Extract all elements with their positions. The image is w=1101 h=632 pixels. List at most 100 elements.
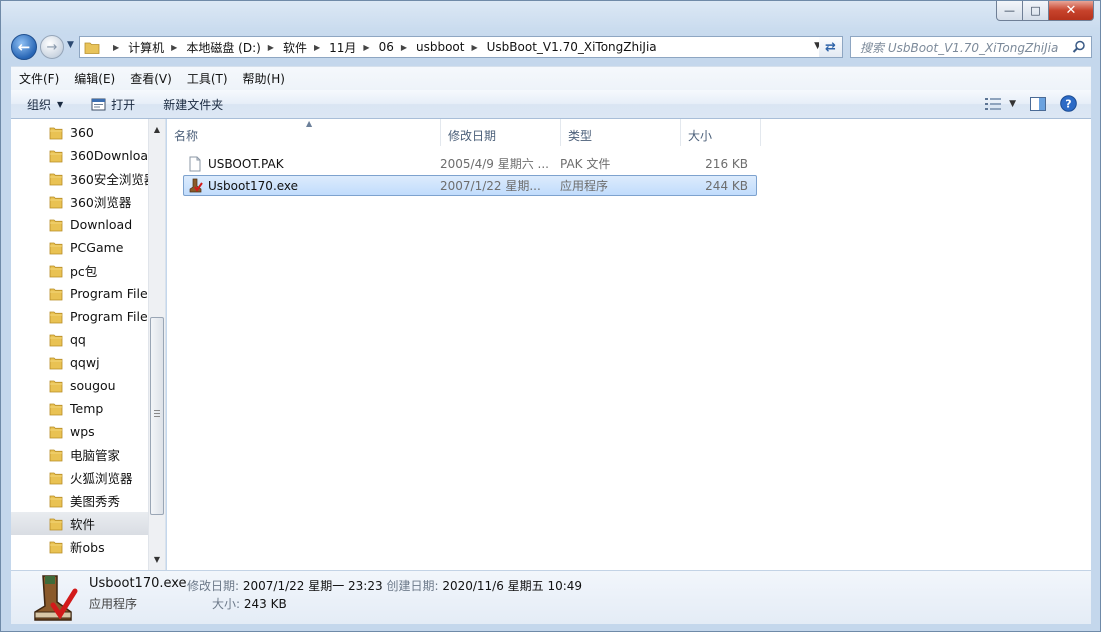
close-button[interactable]: ✕	[1049, 1, 1094, 21]
minimize-button[interactable]: —	[996, 1, 1023, 21]
refresh-icon: ⇄	[825, 39, 836, 55]
nav-folder-item[interactable]: Download	[11, 213, 149, 236]
column-name-label: 名称	[174, 129, 199, 143]
chevron-right-icon[interactable]: ▶	[471, 43, 477, 52]
nav-folder-label: pc包	[70, 264, 98, 279]
refresh-button[interactable]: ⇄	[819, 36, 843, 58]
menu-view[interactable]: 查看(V)	[130, 70, 172, 87]
new-folder-button[interactable]: 新建文件夹	[163, 96, 223, 113]
detail-size: 大小: 243 KB	[212, 595, 287, 612]
nav-folder-item[interactable]: Temp	[11, 397, 149, 420]
chevron-right-icon[interactable]: ▶	[314, 43, 320, 52]
boot-app-icon	[34, 575, 78, 621]
menu-bar: 文件(F) 编辑(E) 查看(V) 工具(T) 帮助(H)	[11, 66, 1091, 90]
nav-folder-label: Download	[70, 217, 133, 232]
folder-icon	[49, 127, 63, 140]
folder-icon	[49, 357, 63, 370]
folder-icon	[49, 472, 63, 485]
folder-icon	[84, 42, 100, 54]
menu-edit[interactable]: 编辑(E)	[74, 70, 115, 87]
chevron-right-icon[interactable]: ▶	[268, 43, 274, 52]
nav-folder-item[interactable]: 电脑管家	[11, 443, 149, 466]
menu-file[interactable]: 文件(F)	[19, 70, 59, 87]
maximize-button[interactable]: □	[1023, 1, 1049, 21]
breadcrumb-usbboot[interactable]: usbboot	[416, 40, 464, 54]
search-icon[interactable]	[1072, 40, 1086, 54]
created-label: 创建日期:	[386, 579, 439, 593]
nav-folder-label: Temp	[70, 401, 104, 416]
nav-folder-item[interactable]: 美图秀秀	[11, 489, 149, 512]
view-details-icon[interactable]	[985, 97, 1002, 110]
column-date[interactable]: 修改日期	[441, 119, 561, 146]
file-row[interactable]: USBOOT.PAK 2005/4/9 星期六 ... PAK 文件 216 K…	[183, 153, 757, 174]
svg-text:?: ?	[1065, 98, 1071, 111]
nav-folder-item[interactable]: qq	[11, 328, 149, 351]
scrollbar-thumb[interactable]	[150, 317, 164, 515]
recent-pages-dropdown[interactable]: ▼	[67, 40, 74, 50]
menu-help[interactable]: 帮助(H)	[243, 70, 285, 87]
file-row[interactable]: Usboot170.exe 2007/1/22 星期... 应用程序 244 K…	[183, 175, 757, 196]
navigation-scrollbar[interactable]: ▲ ▼	[148, 119, 165, 570]
breadcrumb-current-folder[interactable]: UsbBoot_V1.70_XiTongZhiJia	[487, 40, 657, 54]
folder-icon	[49, 403, 63, 416]
address-bar[interactable]: ▶ 计算机 ▶ 本地磁盘 (D:) ▶ 软件 ▶ 11月 ▶ 06 ▶ usbb…	[79, 36, 828, 58]
chevron-down-icon: ▼	[57, 99, 64, 109]
nav-folder-item[interactable]: 360	[11, 121, 149, 144]
breadcrumb-06[interactable]: 06	[379, 40, 394, 54]
nav-folder-item[interactable]: 新obs	[11, 535, 149, 558]
nav-folder-label: wps	[70, 424, 95, 439]
chevron-right-icon[interactable]: ▶	[171, 43, 177, 52]
search-input[interactable]: 搜索 UsbBoot_V1.70_XiTongZhiJia	[850, 36, 1092, 58]
column-size-label: 大小	[688, 129, 713, 143]
file-type: 应用程序	[560, 179, 609, 193]
nav-folder-item[interactable]: pc包	[11, 259, 149, 282]
column-type[interactable]: 类型	[561, 119, 681, 146]
view-options-dropdown-icon[interactable]: ▼	[1009, 99, 1016, 109]
nav-folder-item[interactable]: PCGame	[11, 236, 149, 259]
boot-app-icon	[189, 178, 203, 192]
help-icon[interactable]: ?	[1060, 95, 1077, 112]
scroll-down-icon[interactable]: ▼	[149, 551, 165, 568]
open-button[interactable]: 打开	[91, 96, 135, 113]
nav-folder-label: 电脑管家	[70, 448, 121, 463]
scroll-up-icon[interactable]: ▲	[149, 121, 165, 138]
column-name[interactable]: 名称 ▲	[167, 119, 441, 146]
organize-button[interactable]: 组织 ▼	[27, 96, 63, 113]
nav-folder-label: 360Download	[70, 148, 149, 163]
nav-folder-item[interactable]: Program Files	[11, 282, 149, 305]
navigation-pane: 360 360Download 360安全浏览器 360浏览器 Download PCGa…	[11, 119, 166, 570]
nav-folder-label: PCGame	[70, 240, 124, 255]
nav-folder-label: 美图秀秀	[70, 494, 121, 509]
nav-folder-item[interactable]: 360安全浏览器	[11, 167, 149, 190]
nav-folder-item[interactable]: 360浏览器	[11, 190, 149, 213]
file-type: PAK 文件	[560, 157, 611, 171]
nav-folder-item[interactable]: 360Download	[11, 144, 149, 167]
detail-file-type: 应用程序	[89, 597, 138, 611]
nav-folder-item[interactable]: wps	[11, 420, 149, 443]
open-label: 打开	[111, 97, 136, 112]
nav-folder-item[interactable]: sougou	[11, 374, 149, 397]
file-name: Usboot170.exe	[208, 178, 299, 193]
chevron-right-icon[interactable]: ▶	[401, 43, 407, 52]
breadcrumb-software[interactable]: 软件	[283, 39, 307, 56]
preview-pane-icon[interactable]	[1030, 96, 1046, 111]
menu-tools[interactable]: 工具(T)	[187, 70, 228, 87]
nav-folder-item[interactable]: qqwj	[11, 351, 149, 374]
nav-folder-item[interactable]: 火狐浏览器	[11, 466, 149, 489]
chevron-right-icon[interactable]: ▶	[113, 43, 119, 52]
modified-value: 2007/1/22 星期一 23:23	[242, 579, 383, 593]
chevron-right-icon[interactable]: ▶	[363, 43, 369, 52]
folder-icon	[49, 173, 63, 186]
breadcrumb-computer[interactable]: 计算机	[128, 39, 164, 56]
breadcrumb-november[interactable]: 11月	[329, 39, 356, 56]
folder-icon	[49, 219, 63, 232]
nav-folder-label: qqwj	[70, 355, 100, 370]
column-size[interactable]: 大小	[681, 119, 761, 146]
forward-button[interactable]: →	[40, 35, 64, 59]
back-button[interactable]: ←	[11, 34, 37, 60]
breadcrumb-drive-d[interactable]: 本地磁盘 (D:)	[186, 39, 260, 56]
nav-folder-item[interactable]: Program Files	[11, 305, 149, 328]
file-date: 2005/4/9 星期六 ...	[440, 157, 549, 171]
folder-icon	[49, 242, 63, 255]
nav-folder-item[interactable]: 软件	[11, 512, 149, 535]
